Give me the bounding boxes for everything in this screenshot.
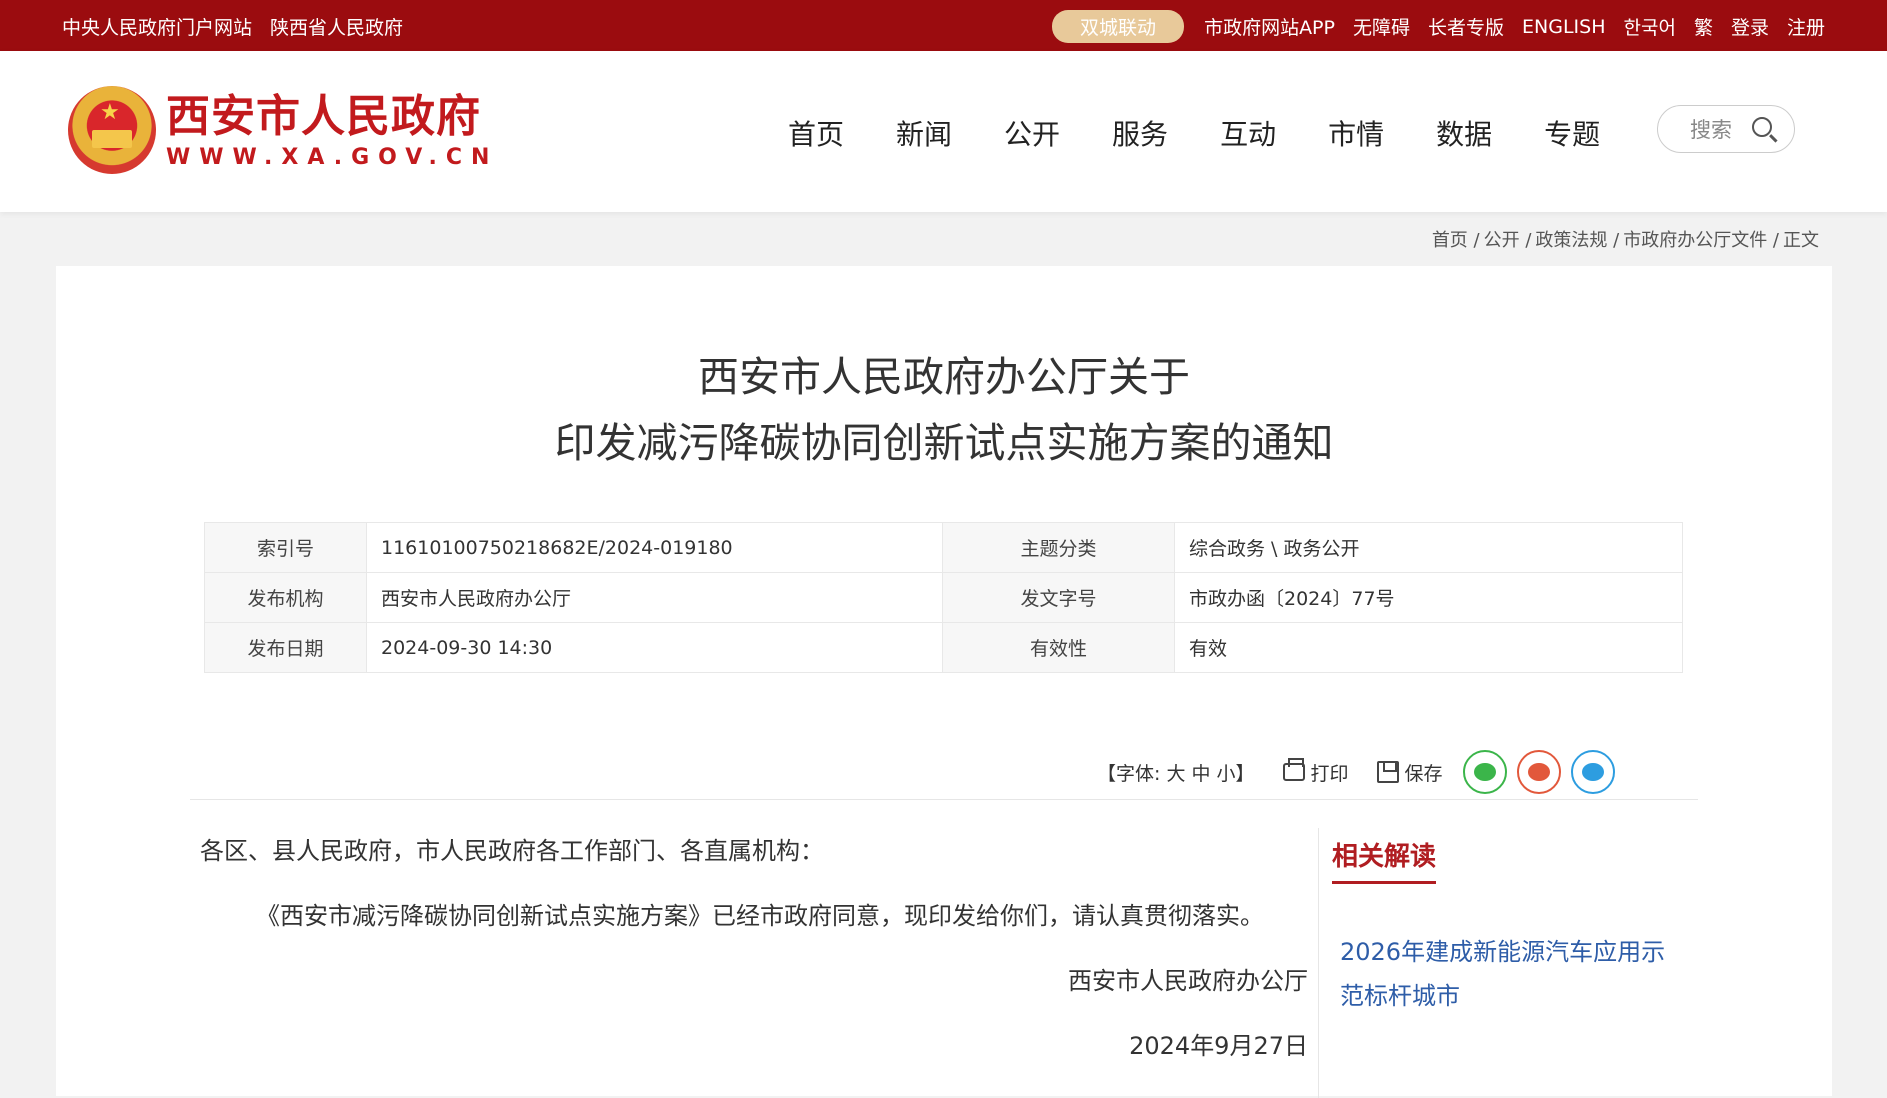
meta-value: 2024-09-30 14:30 bbox=[366, 622, 943, 673]
top-right-links: 双城联动 市政府网站APP 无障碍 长者专版 ENGLISH 한국어 繁 登录 … bbox=[1052, 10, 1825, 43]
breadcrumb-current: 正文 bbox=[1783, 230, 1819, 251]
meta-value: 有效 bbox=[1174, 622, 1683, 673]
save-label: 保存 bbox=[1404, 762, 1443, 785]
search-box[interactable]: 搜索 bbox=[1657, 105, 1795, 153]
print-button[interactable]: 打印 bbox=[1282, 758, 1349, 786]
title-line-2: 印发减污降碳协同创新试点实施方案的通知 bbox=[554, 419, 1334, 467]
logo-title: 西安市人民政府 bbox=[166, 90, 481, 142]
link-accessibility[interactable]: 无障碍 bbox=[1353, 13, 1410, 40]
search-icon[interactable] bbox=[1752, 117, 1772, 137]
title-line-1: 西安市人民政府办公厅关于 bbox=[698, 353, 1190, 401]
site-header: ★ 西安市人民政府 WWW.XA.GOV.CN 首页 新闻 公开 服务 互动 市… bbox=[0, 51, 1887, 212]
related-reading: 相关解读 2026年建成新能源汽车应用示范标杆城市 bbox=[1332, 836, 1692, 1018]
related-link[interactable]: 2026年建成新能源汽车应用示范标杆城市 bbox=[1340, 930, 1680, 1018]
twin-city-button[interactable]: 双城联动 bbox=[1052, 10, 1185, 43]
column-divider bbox=[1318, 828, 1319, 1098]
breadcrumb-open[interactable]: 公开 / bbox=[1484, 226, 1532, 252]
meta-value: 市政办函〔2024〕77号 bbox=[1174, 572, 1683, 623]
nav-open[interactable]: 公开 bbox=[1004, 113, 1060, 153]
nav-home[interactable]: 首页 bbox=[788, 113, 844, 153]
main-paragraph: 《西安市减污降碳协同创新试点实施方案》已经市政府同意，现印发给你们，请认真贯彻落… bbox=[256, 902, 1264, 930]
article-panel: 西安市人民政府办公厅关于 印发减污降碳协同创新试点实施方案的通知 索引号 116… bbox=[56, 266, 1832, 1098]
breadcrumb-home[interactable]: 首页 / bbox=[1432, 226, 1480, 252]
article-title: 西安市人民政府办公厅关于 印发减污降碳协同创新试点实施方案的通知 bbox=[56, 344, 1832, 476]
link-shaanxi-gov[interactable]: 陕西省人民政府 bbox=[270, 13, 403, 40]
meta-key: 发布机构 bbox=[204, 572, 367, 623]
meta-value: 11610100750218682E/2024-019180 bbox=[366, 522, 943, 573]
search-placeholder: 搜索 bbox=[1690, 118, 1732, 142]
link-login[interactable]: 登录 bbox=[1731, 13, 1769, 40]
share-weibo-button[interactable] bbox=[1516, 750, 1561, 794]
nav-city-info[interactable]: 市情 bbox=[1328, 113, 1384, 153]
table-row: 发布机构 西安市人民政府办公厅 发文字号 市政办函〔2024〕77号 bbox=[204, 572, 1683, 623]
qq-icon bbox=[1581, 763, 1604, 781]
link-register[interactable]: 注册 bbox=[1787, 13, 1825, 40]
share-wechat-button[interactable] bbox=[1462, 750, 1507, 794]
divider bbox=[190, 799, 1698, 800]
signature: 西安市人民政府办公厅 bbox=[1068, 967, 1308, 995]
greeting: 各区、县人民政府，市人民政府各工作部门、各直属机构： bbox=[200, 837, 824, 865]
table-row: 发布日期 2024-09-30 14:30 有效性 有效 bbox=[204, 622, 1683, 673]
meta-value: 西安市人民政府办公厅 bbox=[366, 572, 943, 623]
main-nav: 首页 新闻 公开 服务 互动 市情 数据 专题 bbox=[788, 113, 1600, 153]
link-korean[interactable]: 한국어 bbox=[1624, 13, 1676, 40]
weibo-icon bbox=[1527, 763, 1550, 781]
top-bar: 中央人民政府门户网站 陕西省人民政府 双城联动 市政府网站APP 无障碍 长者专… bbox=[0, 0, 1887, 51]
document-meta-table: 索引号 11610100750218682E/2024-019180 主题分类 … bbox=[204, 522, 1683, 673]
meta-key: 发文字号 bbox=[942, 572, 1175, 623]
breadcrumb-office-docs[interactable]: 市政府办公厅文件 / bbox=[1623, 226, 1779, 252]
wechat-icon bbox=[1473, 763, 1496, 781]
nav-data[interactable]: 数据 bbox=[1436, 113, 1492, 153]
related-heading: 相关解读 bbox=[1332, 836, 1437, 884]
nav-topics[interactable]: 专题 bbox=[1544, 113, 1600, 153]
link-app[interactable]: 市政府网站APP bbox=[1204, 13, 1335, 40]
meta-value: 综合政务 \ 政务公开 bbox=[1174, 522, 1683, 573]
nav-service[interactable]: 服务 bbox=[1112, 113, 1168, 153]
issue-date: 2024年9月27日 bbox=[1129, 1032, 1308, 1060]
print-label: 打印 bbox=[1310, 762, 1349, 785]
meta-key: 有效性 bbox=[942, 622, 1175, 673]
national-emblem-icon: ★ bbox=[68, 86, 156, 174]
site-logo[interactable]: ★ 西安市人民政府 WWW.XA.GOV.CN bbox=[68, 86, 498, 174]
logo-url: WWW.XA.GOV.CN bbox=[166, 144, 499, 170]
nav-interact[interactable]: 互动 bbox=[1220, 113, 1276, 153]
printer-icon bbox=[1282, 758, 1305, 781]
link-central-gov[interactable]: 中央人民政府门户网站 bbox=[62, 13, 252, 40]
article-toolbar: 【字体: 大 中 小】 打印 保存 bbox=[1097, 750, 1615, 794]
table-row: 索引号 11610100750218682E/2024-019180 主题分类 … bbox=[204, 522, 1683, 573]
link-english[interactable]: ENGLISH bbox=[1522, 16, 1605, 38]
nav-news[interactable]: 新闻 bbox=[896, 113, 952, 153]
breadcrumb: 首页 / 公开 / 政策法规 / 市政府办公厅文件 / 正文 bbox=[1432, 226, 1819, 252]
save-icon bbox=[1376, 761, 1399, 783]
save-button[interactable]: 保存 bbox=[1376, 759, 1443, 786]
meta-key: 索引号 bbox=[204, 522, 367, 573]
meta-key: 主题分类 bbox=[942, 522, 1175, 573]
font-size-control[interactable]: 【字体: 大 中 小】 bbox=[1097, 759, 1255, 786]
link-traditional[interactable]: 繁 bbox=[1694, 13, 1713, 40]
breadcrumb-policy[interactable]: 政策法规 / bbox=[1535, 226, 1619, 252]
share-qq-button[interactable] bbox=[1570, 750, 1615, 794]
top-left-links: 中央人民政府门户网站 陕西省人民政府 bbox=[62, 13, 403, 40]
meta-key: 发布日期 bbox=[204, 622, 367, 673]
link-elderly[interactable]: 长者专版 bbox=[1428, 13, 1504, 40]
